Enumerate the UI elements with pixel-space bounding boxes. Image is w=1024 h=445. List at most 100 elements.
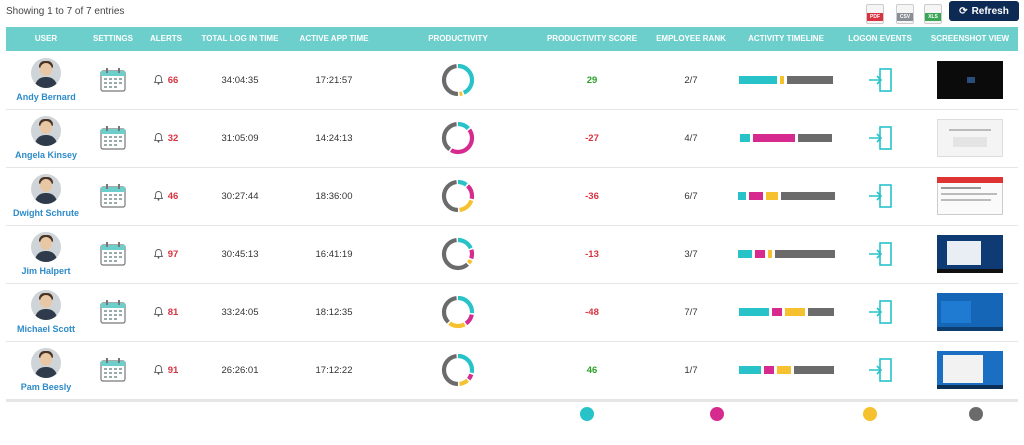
employee-rank: 3/7 (684, 248, 698, 260)
timeline-segment-gray (780, 192, 835, 200)
avatar[interactable] (31, 232, 61, 262)
avatar[interactable] (31, 116, 61, 146)
timeline-segment-teal (740, 134, 750, 142)
alerts-link[interactable]: 46 (153, 191, 178, 202)
avatar[interactable] (31, 58, 61, 88)
productivity-donut[interactable] (380, 109, 536, 167)
user-name-link[interactable]: Dwight Schrute (13, 208, 79, 218)
screenshot-cell (922, 51, 1018, 109)
productivity-donut[interactable] (380, 283, 536, 341)
user-name-link[interactable]: Jim Halpert (21, 266, 70, 276)
timeline-segment-teal (738, 366, 761, 374)
export-pdf-button[interactable]: PDF (866, 4, 884, 24)
bell-icon (153, 133, 163, 143)
logon-icon[interactable] (867, 67, 893, 93)
avatar[interactable] (31, 290, 61, 320)
settings-cell (86, 283, 140, 341)
bell-icon (153, 365, 163, 375)
timeline-segment-magenta (771, 308, 782, 316)
col-user[interactable]: USER (6, 27, 86, 51)
table-row: Angela Kinsey 32 31:05:09 14:24:13 -27 4… (6, 109, 1018, 168)
employee-rank: 1/7 (684, 364, 698, 376)
legend-magenta-dot (710, 407, 724, 421)
col-prod-score[interactable]: PRODUCTIVITY SCORE (536, 27, 648, 51)
productivity-donut[interactable] (380, 51, 536, 109)
activity-timeline[interactable] (734, 167, 838, 225)
col-logon-events[interactable]: LOGON EVENTS (838, 27, 922, 51)
export-xls-button[interactable]: XLS (924, 4, 942, 24)
timeline-segment-yellow (780, 76, 784, 84)
logon-icon[interactable] (867, 125, 893, 151)
activity-timeline[interactable] (734, 283, 838, 341)
timeline-segment-gray (793, 366, 834, 374)
logon-events-cell (838, 225, 922, 283)
alerts-link[interactable]: 91 (153, 365, 178, 376)
col-settings[interactable]: SETTINGS (86, 27, 140, 51)
alerts-link[interactable]: 32 (153, 133, 178, 144)
calendar-icon[interactable] (100, 242, 126, 266)
timeline-segment-gray (787, 76, 833, 84)
table-row: Andy Bernard 66 34:04:35 17:21:57 29 2/7 (6, 51, 1018, 110)
col-rank[interactable]: EMPLOYEE RANK (648, 27, 734, 51)
col-productivity[interactable]: PRODUCTIVITY (380, 27, 536, 51)
productivity-donut[interactable] (380, 167, 536, 225)
screenshot-thumbnail[interactable] (937, 177, 1003, 215)
alerts-link[interactable]: 66 (153, 75, 178, 86)
legend-teal-dot (580, 407, 594, 421)
logon-icon[interactable] (867, 183, 893, 209)
activity-timeline[interactable] (734, 51, 838, 109)
alerts-link[interactable]: 81 (153, 307, 178, 318)
timeline-segment-magenta (748, 192, 763, 200)
timeline-segment-teal (738, 308, 769, 316)
productivity-score: -48 (585, 306, 599, 318)
screenshot-thumbnail[interactable] (937, 119, 1003, 157)
screenshot-thumbnail[interactable] (937, 61, 1003, 99)
user-name-link[interactable]: Angela Kinsey (15, 150, 77, 160)
settings-cell (86, 51, 140, 109)
screenshot-thumbnail[interactable] (937, 351, 1003, 389)
col-total-login[interactable]: TOTAL LOG IN TIME (192, 27, 288, 51)
user-cell: Dwight Schrute (6, 167, 86, 225)
productivity-donut[interactable] (380, 341, 536, 399)
calendar-icon[interactable] (100, 300, 126, 324)
logon-icon[interactable] (867, 299, 893, 325)
table-row: Dwight Schrute 46 30:27:44 18:36:00 -36 … (6, 167, 1018, 226)
user-name-link[interactable]: Michael Scott (17, 324, 75, 334)
timeline-segment-yellow (784, 308, 805, 316)
activity-timeline[interactable] (734, 225, 838, 283)
productivity-donut[interactable] (380, 225, 536, 283)
col-timeline[interactable]: ACTIVITY TIMELINE (734, 27, 838, 51)
calendar-icon[interactable] (100, 126, 126, 150)
activity-timeline[interactable] (734, 109, 838, 167)
logon-icon[interactable] (867, 241, 893, 267)
alerts-link[interactable]: 97 (153, 249, 178, 260)
timeline-segment-teal (739, 76, 777, 84)
col-active-app[interactable]: ACTIVE APP TIME (288, 27, 380, 51)
logon-events-cell (838, 109, 922, 167)
bell-icon (153, 75, 163, 85)
calendar-icon[interactable] (100, 68, 126, 92)
calendar-icon[interactable] (100, 184, 126, 208)
horizontal-scrollbar[interactable] (6, 400, 1018, 402)
toolbar: Showing 1 to 7 of 7 entries PDF CSV XLS … (0, 0, 1024, 26)
logon-events-cell (838, 283, 922, 341)
screenshot-thumbnail[interactable] (937, 293, 1003, 331)
avatar[interactable] (31, 174, 61, 204)
alerts-cell: 32 (140, 109, 192, 167)
active-app-time: 17:21:57 (315, 74, 353, 86)
avatar[interactable] (31, 348, 61, 378)
logon-icon[interactable] (867, 357, 893, 383)
col-screenshot[interactable]: SCREENSHOT VIEW (922, 27, 1018, 51)
col-alerts[interactable]: ALERTS (140, 27, 192, 51)
refresh-button[interactable]: ⟳ Refresh (949, 1, 1019, 21)
timeline-segment-teal (737, 192, 746, 200)
activity-timeline[interactable] (734, 341, 838, 399)
calendar-icon[interactable] (100, 358, 126, 382)
user-name-link[interactable]: Pam Beesly (21, 382, 72, 392)
export-csv-button[interactable]: CSV (896, 4, 914, 24)
timeline-segment-gray (774, 250, 835, 258)
screenshot-thumbnail[interactable] (937, 235, 1003, 273)
total-login-time: 26:26:01 (221, 364, 259, 376)
user-name-link[interactable]: Andy Bernard (16, 92, 76, 102)
total-login-time: 34:04:35 (221, 74, 259, 86)
